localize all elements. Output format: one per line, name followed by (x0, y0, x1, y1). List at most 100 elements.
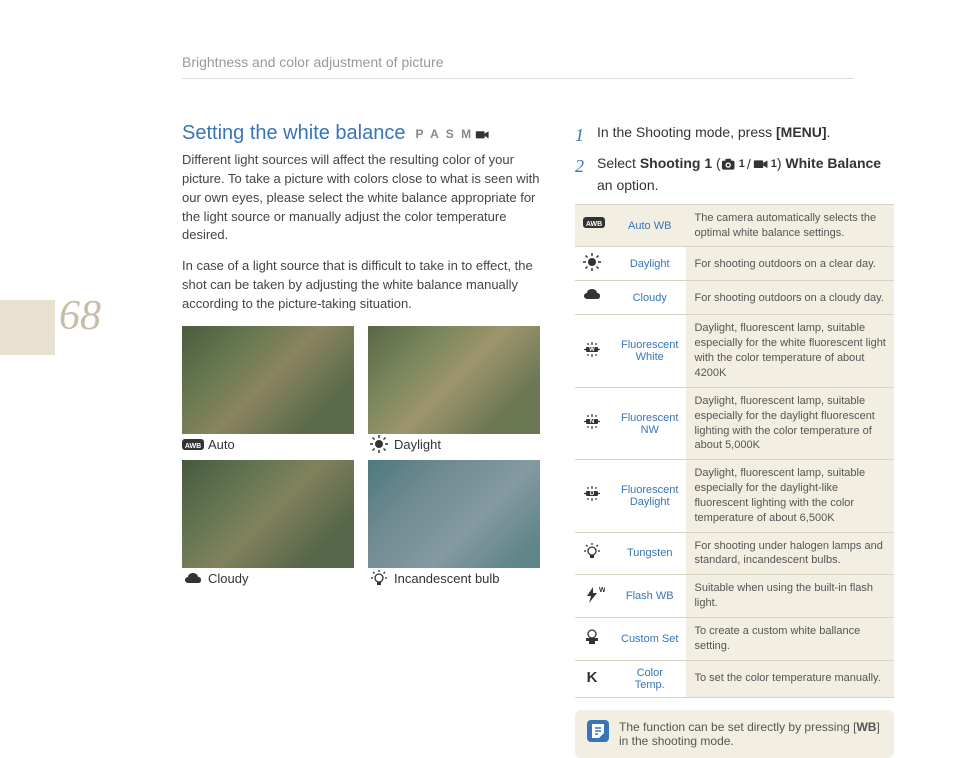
step-number: 2 (575, 153, 589, 196)
step-body: Select Shooting 1 (1/1) White Balance an… (597, 153, 894, 196)
note-box: The function can be set directly by pres… (575, 710, 894, 758)
example-image (368, 326, 540, 434)
page-number-tab: 68 (0, 300, 55, 355)
fl-d-icon: D (575, 460, 613, 532)
example-grid: Auto Daylight Cloudy (182, 326, 540, 586)
wb-desc: Suitable when using the built-in flash l… (686, 575, 894, 618)
breadcrumb: Brightness and color adjustment of pictu… (182, 54, 854, 79)
table-row: CloudyFor shooting outdoors on a cloudy … (575, 281, 894, 315)
svg-text:W: W (589, 347, 595, 353)
wb-desc: For shooting under halogen lamps and sta… (686, 532, 894, 575)
step-pre: In the Shooting mode, press (597, 124, 776, 140)
left-column: Setting the white balance P A S M Differ… (182, 122, 540, 758)
wb-desc: The camera automatically selects the opt… (686, 204, 894, 247)
example-auto: Auto (182, 326, 354, 452)
note-pre: The function can be set directly by pres… (619, 720, 856, 734)
custom-icon (575, 617, 613, 660)
intro-para-1: Different light sources will affect the … (182, 151, 540, 245)
step-1: 1 In the Shooting mode, press [MENU]. (575, 122, 894, 149)
mode-badges: P A S M (416, 127, 492, 141)
step-body: In the Shooting mode, press [MENU]. (597, 122, 830, 149)
example-label: Daylight (368, 437, 540, 452)
wb-desc: Daylight, fluorescent lamp, suitable esp… (686, 315, 894, 387)
wb-desc: Daylight, fluorescent lamp, suitable esp… (686, 387, 894, 459)
right-column: 1 In the Shooting mode, press [MENU]. 2 … (575, 122, 894, 758)
table-row: Color Temp.To set the color temperature … (575, 660, 894, 697)
example-image (182, 326, 354, 434)
intro-para-2: In case of a light source that is diffic… (182, 257, 540, 314)
video-mode-icon (475, 128, 491, 140)
k-icon (575, 660, 613, 697)
wb-name: Cloudy (613, 281, 686, 315)
example-text: Incandescent bulb (394, 571, 500, 586)
table-row: Custom SetTo create a custom white balla… (575, 617, 894, 660)
example-text: Daylight (394, 437, 441, 452)
cam-num: 1 (739, 156, 745, 173)
example-label: Cloudy (182, 571, 354, 586)
section-title: Setting the white balance P A S M (182, 122, 540, 145)
table-row: TungstenFor shooting under halogen lamps… (575, 532, 894, 575)
video-icon (753, 157, 769, 171)
wb-name: Fluorescent NW (613, 387, 686, 459)
wb-desc: Daylight, fluorescent lamp, suitable esp… (686, 460, 894, 532)
wb-desc: For shooting outdoors on a clear day. (686, 247, 894, 281)
cloud-icon (182, 571, 204, 585)
page-number: 68 (55, 292, 101, 340)
step-pre: Select (597, 155, 640, 171)
bulb-icon (368, 571, 390, 585)
note-text: The function can be set directly by pres… (619, 720, 882, 748)
example-image (182, 460, 354, 568)
inline-icons: 1/1 (721, 154, 777, 175)
camera-icon (721, 157, 737, 171)
sun-icon (575, 247, 613, 281)
example-daylight: Daylight (368, 326, 540, 452)
wb-table: Auto WBThe camera automatically selects … (575, 204, 894, 698)
step-bold2: White Balance (785, 155, 881, 171)
step-post: an option. (597, 177, 659, 193)
step-bold: [MENU] (776, 124, 827, 140)
steps-list: 1 In the Shooting mode, press [MENU]. 2 … (575, 122, 894, 196)
wb-name: Color Temp. (613, 660, 686, 697)
wb-desc: For shooting outdoors on a cloudy day. (686, 281, 894, 315)
fl-w-icon: W (575, 315, 613, 387)
wb-name: Fluorescent Daylight (613, 460, 686, 532)
step-2: 2 Select Shooting 1 (1/1) White Balance … (575, 153, 894, 196)
table-row: W Fluorescent WhiteDaylight, fluorescent … (575, 315, 894, 387)
breadcrumb-text: Brightness and color adjustment of pictu… (182, 54, 443, 70)
table-row: D Fluorescent DaylightDaylight, fluoresce… (575, 460, 894, 532)
mode-letters: P A S M (416, 127, 474, 141)
cloud-icon (575, 281, 613, 315)
wb-name: Custom Set (613, 617, 686, 660)
table-row: DaylightFor shooting outdoors on a clear… (575, 247, 894, 281)
example-incandescent: Incandescent bulb (368, 460, 540, 586)
step-bold: Shooting 1 (640, 155, 712, 171)
step-number: 1 (575, 122, 589, 149)
fl-n-icon: N (575, 387, 613, 459)
section-title-text: Setting the white balance (182, 122, 406, 145)
table-row: Auto WBThe camera automatically selects … (575, 204, 894, 247)
note-bold: WB (856, 720, 876, 734)
flash-icon (575, 575, 613, 618)
wb-name: Tungsten (613, 532, 686, 575)
note-icon (587, 720, 609, 742)
example-label: Auto (182, 437, 354, 452)
awb-icon (575, 204, 613, 247)
wb-name: Auto WB (613, 204, 686, 247)
awb-icon (182, 437, 204, 451)
example-cloudy: Cloudy (182, 460, 354, 586)
step-mid: ( (712, 155, 721, 171)
example-image (368, 460, 540, 568)
table-row: Flash WBSuitable when using the built-in… (575, 575, 894, 618)
wb-name: Flash WB (613, 575, 686, 618)
example-text: Cloudy (208, 571, 248, 586)
wb-desc: To create a custom white ballance settin… (686, 617, 894, 660)
wb-name: Fluorescent White (613, 315, 686, 387)
wb-desc: To set the color temperature manually. (686, 660, 894, 697)
example-label: Incandescent bulb (368, 571, 540, 586)
svg-text:D: D (590, 491, 595, 497)
wb-name: Daylight (613, 247, 686, 281)
svg-text:N: N (590, 419, 594, 425)
table-row: N Fluorescent NWDaylight, fluorescent lam… (575, 387, 894, 459)
example-text: Auto (208, 437, 235, 452)
bulb-icon (575, 532, 613, 575)
